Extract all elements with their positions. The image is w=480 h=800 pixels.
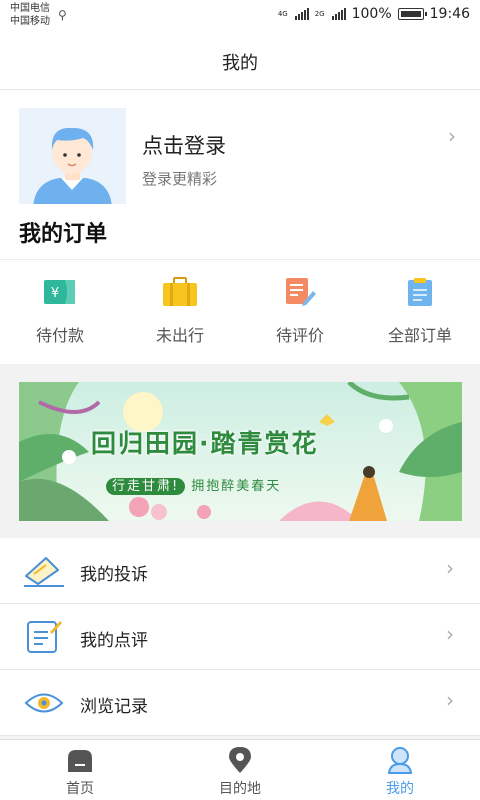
- profile-icon: [386, 746, 414, 774]
- banner-subtitle-row: 行走甘肃! 拥抱醉美春天: [106, 475, 282, 495]
- carrier-1: 中国电信: [10, 3, 50, 14]
- tab-profile[interactable]: 我的: [320, 740, 480, 800]
- location-icon: [226, 746, 254, 774]
- order-label: 待付款: [35, 326, 84, 345]
- bottom-tab-bar: 首页 目的地 我的: [0, 739, 480, 800]
- menu-label: 我的点评: [80, 631, 148, 651]
- tab-label: 我的: [386, 781, 414, 797]
- orders-section-header: 我的订单: [0, 204, 480, 260]
- status-bar: 中国电信 中国移动 ⚲ 4G 2G 100% 19:46: [0, 0, 480, 34]
- complaint-icon: [24, 554, 64, 588]
- net-type-1: 4G: [277, 9, 288, 18]
- svg-text:¥: ¥: [51, 286, 59, 301]
- menu-item-history[interactable]: 浏览记录 ›: [0, 670, 480, 736]
- banner-section: 回归田园·踏青赏花 行走甘肃! 拥抱醉美春天: [0, 364, 480, 538]
- chevron-right-icon: ›: [446, 556, 454, 580]
- carrier-2: 中国移动: [10, 16, 50, 27]
- status-indicators: 4G 2G 100% 19:46: [278, 6, 470, 22]
- menu-label: 浏览记录: [80, 697, 148, 717]
- usb-icon: ⚲: [58, 8, 67, 22]
- eye-icon: [24, 686, 64, 720]
- orders-title: 我的订单: [19, 222, 108, 247]
- wallet-icon: ¥: [42, 276, 78, 308]
- login-title[interactable]: 点击登录: [142, 130, 226, 160]
- order-grid: ¥ 待付款 未出行 待评价 全部订单: [0, 260, 480, 364]
- order-to-review[interactable]: 待评价: [240, 260, 360, 364]
- menu-label: 我的投诉: [80, 565, 148, 585]
- promo-banner[interactable]: 回归田园·踏青赏花 行走甘肃! 拥抱醉美春天: [19, 382, 462, 521]
- signal-icon: [294, 8, 309, 20]
- order-label: 未出行: [155, 326, 204, 345]
- tab-label: 首页: [66, 781, 94, 797]
- clock: 19:46: [429, 6, 470, 22]
- menu-list: 我的投诉 › 我的点评 › 浏览记录 ›: [0, 538, 480, 736]
- signal-icon: [331, 8, 346, 20]
- battery-percent: 100%: [351, 6, 392, 22]
- menu-item-complaints[interactable]: 我的投诉 ›: [0, 538, 480, 604]
- net-type-2: 2G: [314, 9, 325, 18]
- review-icon: [282, 276, 318, 308]
- order-label: 全部订单: [387, 326, 452, 345]
- banner-subtitle: 拥抱醉美春天: [191, 479, 282, 494]
- carrier-info: 中国电信 中国移动: [10, 2, 50, 28]
- menu-item-reviews[interactable]: 我的点评 ›: [0, 604, 480, 670]
- chevron-right-icon: ›: [446, 688, 454, 712]
- suitcase-icon: [162, 276, 198, 308]
- tab-label: 目的地: [219, 781, 261, 797]
- banner-title: 回归田园·踏青赏花: [91, 429, 319, 458]
- banner-tag: 行走甘肃!: [106, 478, 186, 495]
- order-label: 待评价: [275, 326, 324, 345]
- comment-icon: [24, 620, 64, 654]
- chevron-right-icon[interactable]: ›: [448, 124, 456, 148]
- clipboard-icon: [402, 276, 438, 308]
- avatar[interactable]: [19, 108, 126, 207]
- page-title: 我的: [0, 34, 480, 90]
- login-subtitle: 登录更精彩: [142, 170, 218, 188]
- order-pending-payment[interactable]: ¥ 待付款: [0, 260, 120, 364]
- order-all[interactable]: 全部订单: [360, 260, 480, 364]
- tab-home[interactable]: 首页: [0, 740, 160, 800]
- tab-destination[interactable]: 目的地: [160, 740, 320, 800]
- order-not-traveled[interactable]: 未出行: [120, 260, 240, 364]
- battery-icon: [397, 8, 427, 20]
- chevron-right-icon: ›: [446, 622, 454, 646]
- home-icon: [66, 746, 94, 774]
- login-card[interactable]: 点击登录 登录更精彩 ›: [0, 90, 480, 207]
